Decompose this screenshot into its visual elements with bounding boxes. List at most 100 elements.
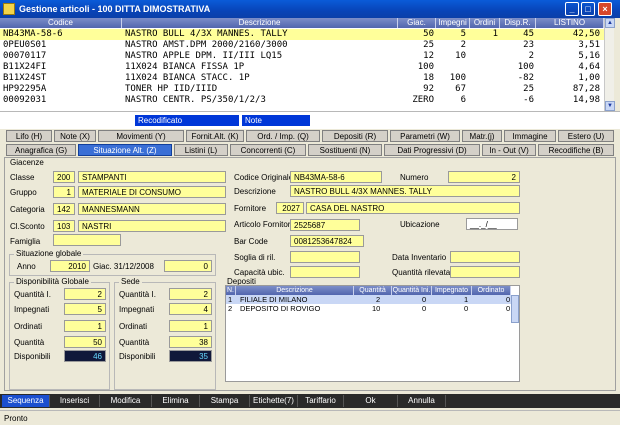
col-header-dispr[interactable]: Disp.R.: [500, 18, 536, 28]
tab-ord-imp[interactable]: Ord. / Imp. (Q): [246, 130, 320, 142]
dep-cell-quantita-ini: 0: [422, 304, 427, 313]
col-header-impegni[interactable]: Impegni: [436, 18, 470, 28]
tab-matr[interactable]: Matr.(j): [462, 130, 502, 142]
table-row[interactable]: 00092031 NASTRO CENTR. PS/350/1/2/3 ZERO…: [0, 95, 604, 106]
giac-label: Giac. 31/12/2008: [93, 262, 154, 271]
etichette-button[interactable]: Etichette(7): [250, 395, 298, 407]
dep-col-descrizione[interactable]: Descrizione: [236, 286, 354, 295]
descrizione-field[interactable]: NASTRO BULL 4/3X MANNES. TALLY: [290, 185, 520, 197]
scroll-down-icon[interactable]: ▼: [605, 101, 615, 111]
tariffario-button[interactable]: Tariffario: [298, 395, 344, 407]
table-row[interactable]: B11X24ST 11X024 BIANCA STACC. 1P 18 100 …: [0, 73, 604, 84]
soglia-field[interactable]: [290, 251, 360, 263]
dg-ordinati-field[interactable]: 1: [64, 320, 106, 332]
col-header-listino[interactable]: LISTINO: [536, 18, 604, 28]
classe-code-field[interactable]: 200: [53, 171, 75, 183]
cell-listino: 42,50: [572, 29, 600, 39]
ok-button[interactable]: Ok: [344, 395, 398, 407]
qta-ril-field[interactable]: [450, 266, 520, 278]
tabs-row-2: Anagrafica (G) Situazione Alt. (Z) Listi…: [4, 144, 616, 156]
stampa-button[interactable]: Stampa: [200, 395, 250, 407]
table-row[interactable]: NB43MA-58-6 NASTRO BULL 4/3X MANNES. TAL…: [0, 29, 604, 40]
cell-descrizione: 11X024 BIANCA FISSA 1P: [125, 62, 245, 72]
ubicazione-field[interactable]: __._/__: [466, 218, 518, 230]
minimize-icon[interactable]: _: [565, 2, 579, 16]
table-row[interactable]: HP92295A TONER HP IID/IIID 92 67 25 87,2…: [0, 84, 604, 95]
table-row[interactable]: 2 DEPOSITO DI ROVIGO 10 0 0 0: [226, 304, 511, 313]
depositi-scrollbar[interactable]: [511, 295, 519, 323]
data-inv-field[interactable]: [450, 251, 520, 263]
tab-parametri[interactable]: Parametri (W): [390, 130, 460, 142]
sequenza-button[interactable]: Sequenza: [2, 395, 50, 407]
tab-concorrenti[interactable]: Concorrenti (C): [230, 144, 306, 156]
dep-col-ordinato[interactable]: Ordinato: [472, 286, 511, 295]
fornitore-desc-field[interactable]: CASA DEL NASTRO: [306, 202, 520, 214]
sede-impegnati-field[interactable]: 4: [169, 303, 212, 315]
codice-orig-field[interactable]: NB43MA-58-6: [290, 171, 382, 183]
categoria-code-field[interactable]: 142: [53, 203, 75, 215]
tab-situazione-alt[interactable]: Situazione Alt. (Z): [78, 144, 172, 156]
cell-codice: B11X24ST: [3, 73, 47, 83]
articles-grid[interactable]: Codice Descrizione Giac. Impegni Ordini …: [0, 18, 614, 111]
tab-lifo[interactable]: Lifo (H): [6, 130, 52, 142]
tab-sostituenti[interactable]: Sostituenti (N): [308, 144, 382, 156]
tab-immagine[interactable]: Immagine: [504, 130, 556, 142]
maximize-icon[interactable]: □: [581, 2, 595, 16]
clsconto-code-field[interactable]: 103: [53, 220, 75, 232]
gruppo-code-field[interactable]: 1: [53, 186, 75, 198]
sede-qta-field[interactable]: 2: [169, 288, 212, 300]
famiglia-field[interactable]: [53, 234, 121, 246]
dep-col-quantita-ini[interactable]: Quantità Ini.: [392, 286, 432, 295]
anno-field[interactable]: 2010: [50, 260, 90, 272]
col-header-descrizione[interactable]: Descrizione: [122, 18, 398, 28]
cell-listino: 3,51: [578, 40, 600, 50]
cell-dispr: 100: [517, 62, 534, 72]
dg-quantita-field[interactable]: 50: [64, 336, 106, 348]
numero-field[interactable]: 2: [448, 171, 520, 183]
tab-in-out[interactable]: In - Out (V): [482, 144, 536, 156]
capacita-field[interactable]: [290, 266, 360, 278]
cell-codice: HP92295A: [3, 84, 47, 94]
col-header-giac[interactable]: Giac.: [398, 18, 436, 28]
dep-col-impegnato[interactable]: Impegnato: [432, 286, 472, 295]
dep-col-n[interactable]: N.: [226, 286, 236, 295]
tab-estero[interactable]: Estero (U): [558, 130, 614, 142]
tab-fornit-alt[interactable]: Fornit.Alt. (K): [186, 130, 244, 142]
annulla-button[interactable]: Annulla: [398, 395, 446, 407]
sede-quantita-field[interactable]: 38: [169, 336, 212, 348]
gruppo-desc-field[interactable]: MATERIALE DI CONSUMO: [78, 186, 226, 198]
cell-ordini: 1: [492, 29, 498, 39]
elimina-button[interactable]: Elimina: [152, 395, 200, 407]
table-row[interactable]: 0PEU0S01 NASTRO AMST.DPM 2000/2160/3000 …: [0, 40, 604, 51]
tab-note[interactable]: Note (X): [54, 130, 96, 142]
tab-listini[interactable]: Listini (L): [174, 144, 228, 156]
depositi-table[interactable]: N. Descrizione Quantità Quantità Ini. Im…: [225, 285, 520, 382]
clsconto-desc-field[interactable]: NASTRI: [78, 220, 226, 232]
modifica-button[interactable]: Modifica: [100, 395, 152, 407]
action-bar: Sequenza Inserisci Modifica Elimina Stam…: [0, 394, 620, 408]
giac-field[interactable]: 0: [164, 260, 212, 272]
tab-dati-progressivi[interactable]: Dati Progressivi (D): [384, 144, 480, 156]
dg-impegnati-field[interactable]: 5: [64, 303, 106, 315]
classe-desc-field[interactable]: STAMPANTI: [78, 171, 226, 183]
tab-movimenti[interactable]: Movimenti (Y): [98, 130, 184, 142]
tab-anagrafica[interactable]: Anagrafica (G): [6, 144, 76, 156]
categoria-desc-field[interactable]: MANNESMANN: [78, 203, 226, 215]
table-row[interactable]: 1 FILIALE DI MILANO 2 0 1 0: [226, 295, 511, 304]
col-header-codice[interactable]: Codice: [0, 18, 122, 28]
tab-depositi[interactable]: Depositi (R): [322, 130, 388, 142]
fornitore-code-field[interactable]: 2027: [276, 202, 304, 214]
articolo-forn-field[interactable]: 2525687: [290, 219, 360, 231]
table-row[interactable]: B11X24FI 11X024 BIANCA FISSA 1P 100 100 …: [0, 62, 604, 73]
inserisci-button[interactable]: Inserisci: [50, 395, 100, 407]
grid-scrollbar[interactable]: ▲ ▼: [604, 18, 615, 111]
table-row[interactable]: 00070117 NASTRO APPLE DPM. II/III LQ15 1…: [0, 51, 604, 62]
scroll-up-icon[interactable]: ▲: [605, 18, 615, 28]
tab-recodifiche[interactable]: Recodifiche (B): [538, 144, 614, 156]
close-icon[interactable]: ×: [598, 2, 612, 16]
col-header-ordini[interactable]: Ordini: [470, 18, 500, 28]
sede-ordinati-field[interactable]: 1: [169, 320, 212, 332]
barcode-field[interactable]: 0081253647824: [290, 235, 364, 247]
dep-col-quantita[interactable]: Quantità: [354, 286, 392, 295]
dg-qta-field[interactable]: 2: [64, 288, 106, 300]
